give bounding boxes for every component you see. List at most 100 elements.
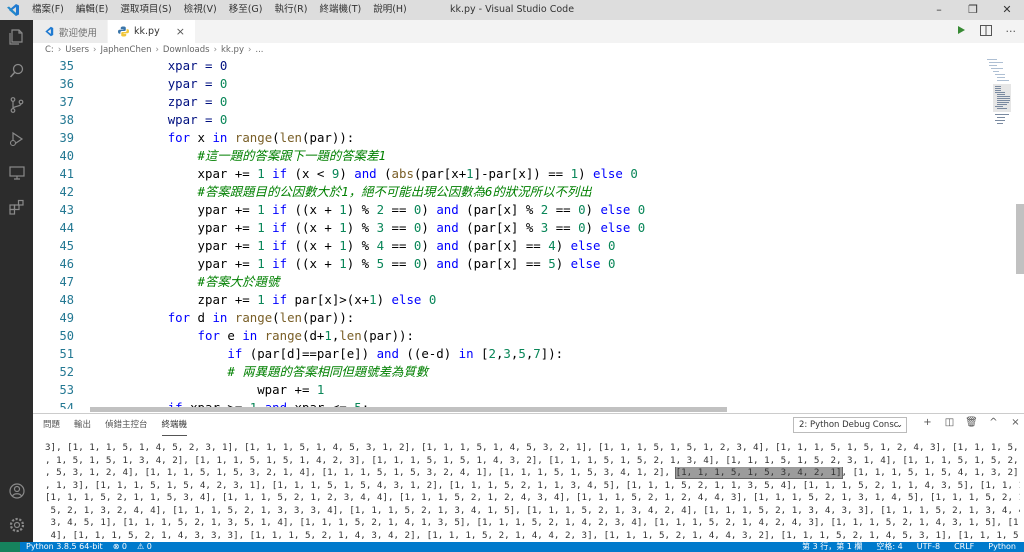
code-token: 3: [376, 220, 385, 235]
menu-item[interactable]: 編輯(E): [70, 0, 114, 20]
run-debug-icon[interactable]: [0, 122, 33, 156]
tab-kk-py[interactable]: kk.py ×: [108, 20, 196, 43]
terminal-select[interactable]: 2: Python Debug Consc ⌄: [793, 417, 907, 433]
terminal-line: , 5, 3, 1, 2, 4], [1, 1, 1, 5, 1, 5, 3, …: [45, 467, 1020, 480]
trash-icon[interactable]: 🗑: [965, 417, 978, 428]
code-line[interactable]: ypar += 1 if ((x + 1) % 4 == 0) and (par…: [108, 237, 938, 255]
language-mode[interactable]: Python: [988, 542, 1016, 552]
settings-gear-icon[interactable]: [0, 508, 33, 542]
breadcrumb-item[interactable]: kk.py: [221, 45, 244, 55]
line-number: 54: [59, 401, 74, 409]
encoding[interactable]: UTF-8: [917, 542, 940, 552]
code-line[interactable]: ypar = 0: [108, 75, 938, 93]
menu-item[interactable]: 檢視(V): [178, 0, 223, 20]
code-line[interactable]: wpar = 0: [108, 111, 938, 129]
code-line[interactable]: ypar += 1 if ((x + 1) % 3 == 0) and (par…: [108, 219, 938, 237]
menu-item[interactable]: 說明(H): [367, 0, 413, 20]
code-token: zpar +=: [197, 292, 258, 307]
more-actions-icon[interactable]: ···: [1006, 25, 1017, 38]
code-token: else: [600, 202, 631, 217]
breadcrumb-item[interactable]: C:: [45, 45, 54, 55]
vertical-scrollbar[interactable]: [1016, 204, 1024, 274]
code-token: 5: [518, 346, 526, 361]
code-line[interactable]: for d in range(len(par)):: [108, 309, 938, 327]
panel-tab[interactable]: 偵錯主控台: [105, 414, 148, 436]
split-terminal-icon[interactable]: ◫: [943, 417, 956, 428]
code-token: ypar +=: [197, 256, 258, 271]
breadcrumb-item[interactable]: ...: [255, 45, 263, 55]
minimize-icon[interactable]: –: [922, 0, 956, 20]
code-token: ): [421, 238, 437, 253]
tab-welcome[interactable]: 歡迎使用: [33, 20, 109, 43]
breadcrumb-item[interactable]: Downloads: [163, 45, 210, 55]
source-control-icon[interactable]: [0, 88, 33, 122]
editor-actions: ···: [956, 20, 1017, 43]
code-line[interactable]: # 兩異題的答案相同但題號差為質數: [108, 363, 938, 381]
terminal-line: 3, 4, 5, 1], [1, 1, 1, 5, 2, 1, 3, 5, 1,…: [45, 517, 1020, 530]
code-token: 1: [257, 220, 265, 235]
code-token: 4: [548, 238, 556, 253]
remote-explorer-icon[interactable]: [0, 156, 33, 190]
code-token: if: [272, 220, 288, 235]
code-token: 0: [219, 76, 228, 91]
code-line[interactable]: #答案跟題目的公因數大於1，絕不可能出現公因數為6的狀況所以不列出: [108, 183, 938, 201]
code-line[interactable]: xpar = 0: [108, 57, 938, 75]
indentation[interactable]: 空格: 4: [876, 542, 902, 552]
restore-icon[interactable]: ❐: [956, 0, 990, 20]
code-lines[interactable]: xpar = 0 ypar = 0 zpar = 0 wpar = 0 for …: [108, 57, 938, 409]
panel-tab[interactable]: 輸出: [74, 414, 91, 436]
error-count[interactable]: ⊗ 0: [113, 542, 127, 552]
accounts-icon[interactable]: [0, 474, 33, 508]
code-line[interactable]: #答案大於題號: [108, 273, 938, 291]
code-line[interactable]: for x in range(len(par)):: [108, 129, 938, 147]
split-editor-icon[interactable]: [979, 24, 992, 39]
code-line[interactable]: xpar += 1 if (x < 9) and (abs(par[x+1]-p…: [108, 165, 938, 183]
code-token: else: [391, 292, 422, 307]
menu-item[interactable]: 執行(R): [268, 0, 313, 20]
code-editor[interactable]: 35 36 37 38 39 40 41 42 43 44 45 46 47 48 49 50 51 52 53 54…: [33, 57, 1024, 409]
run-python-file-icon[interactable]: [956, 25, 966, 38]
new-terminal-icon[interactable]: +: [921, 417, 934, 428]
code-line[interactable]: wpar += 1: [108, 381, 938, 399]
code-line[interactable]: ypar += 1 if ((x + 1) % 2 == 0) and (par…: [108, 201, 938, 219]
menu-item[interactable]: 移至(G): [223, 0, 269, 20]
code-token: (par[x] ==: [458, 256, 549, 271]
code-line[interactable]: zpar = 0: [108, 93, 938, 111]
close-window-icon[interactable]: ✕: [990, 0, 1024, 20]
explorer-icon[interactable]: [0, 20, 33, 54]
horizontal-scrollbar[interactable]: [90, 407, 727, 412]
breadcrumb-separator-icon: ›: [93, 45, 97, 55]
code-token: ((x +: [287, 220, 340, 235]
code-line[interactable]: zpar += 1 if par[x]>(x+1) else 0: [108, 291, 938, 309]
menu-item[interactable]: 選取項目(S): [114, 0, 177, 20]
code-token: 3: [503, 346, 511, 361]
chevron-down-icon: ⌄: [895, 420, 903, 430]
breadcrumb-item[interactable]: Users: [65, 45, 89, 55]
close-panel-icon[interactable]: ×: [1009, 417, 1022, 428]
warning-count[interactable]: ⚠ 0: [137, 542, 152, 552]
code-line[interactable]: ypar += 1 if ((x + 1) % 5 == 0) and (par…: [108, 255, 938, 273]
code-token: ((x +: [287, 238, 340, 253]
search-icon[interactable]: [0, 54, 33, 88]
code-token: 1: [466, 166, 474, 181]
close-tab-icon[interactable]: ×: [176, 25, 185, 38]
line-ending[interactable]: CRLF: [954, 542, 974, 552]
remote-indicator-icon[interactable]: [0, 542, 20, 552]
code-line[interactable]: if (par[d]==par[e]) and ((e-d) in [2,3,5…: [108, 345, 938, 363]
panel-tab[interactable]: 終端機: [161, 414, 188, 436]
breadcrumb-item[interactable]: JaphenChen: [100, 45, 151, 55]
cursor-position[interactable]: 第 3 行，第 1 欄: [802, 542, 862, 552]
python-interpreter[interactable]: Python 3.8.5 64-bit: [26, 542, 103, 552]
maximize-panel-icon[interactable]: ^: [987, 417, 1000, 428]
code-line[interactable]: for e in range(d+1,len(par)):: [108, 327, 938, 345]
code-line[interactable]: #這一題的答案跟下一題的答案差1: [108, 147, 938, 165]
menu-item[interactable]: 檔案(F): [26, 0, 70, 20]
terminal-text: , 1, 3], [1, 1, 1, 5, 1, 5, 4, 2, 3, 1],…: [45, 479, 1020, 491]
panel-tab[interactable]: 問題: [43, 414, 60, 436]
terminal-output[interactable]: 3], [1, 1, 1, 5, 1, 4, 5, 2, 3, 1], [1, …: [45, 442, 1020, 542]
code-token: ): [421, 256, 437, 271]
menu-item[interactable]: 終端機(T): [313, 0, 367, 20]
minimap[interactable]: [953, 57, 1011, 409]
extensions-icon[interactable]: [0, 190, 33, 224]
